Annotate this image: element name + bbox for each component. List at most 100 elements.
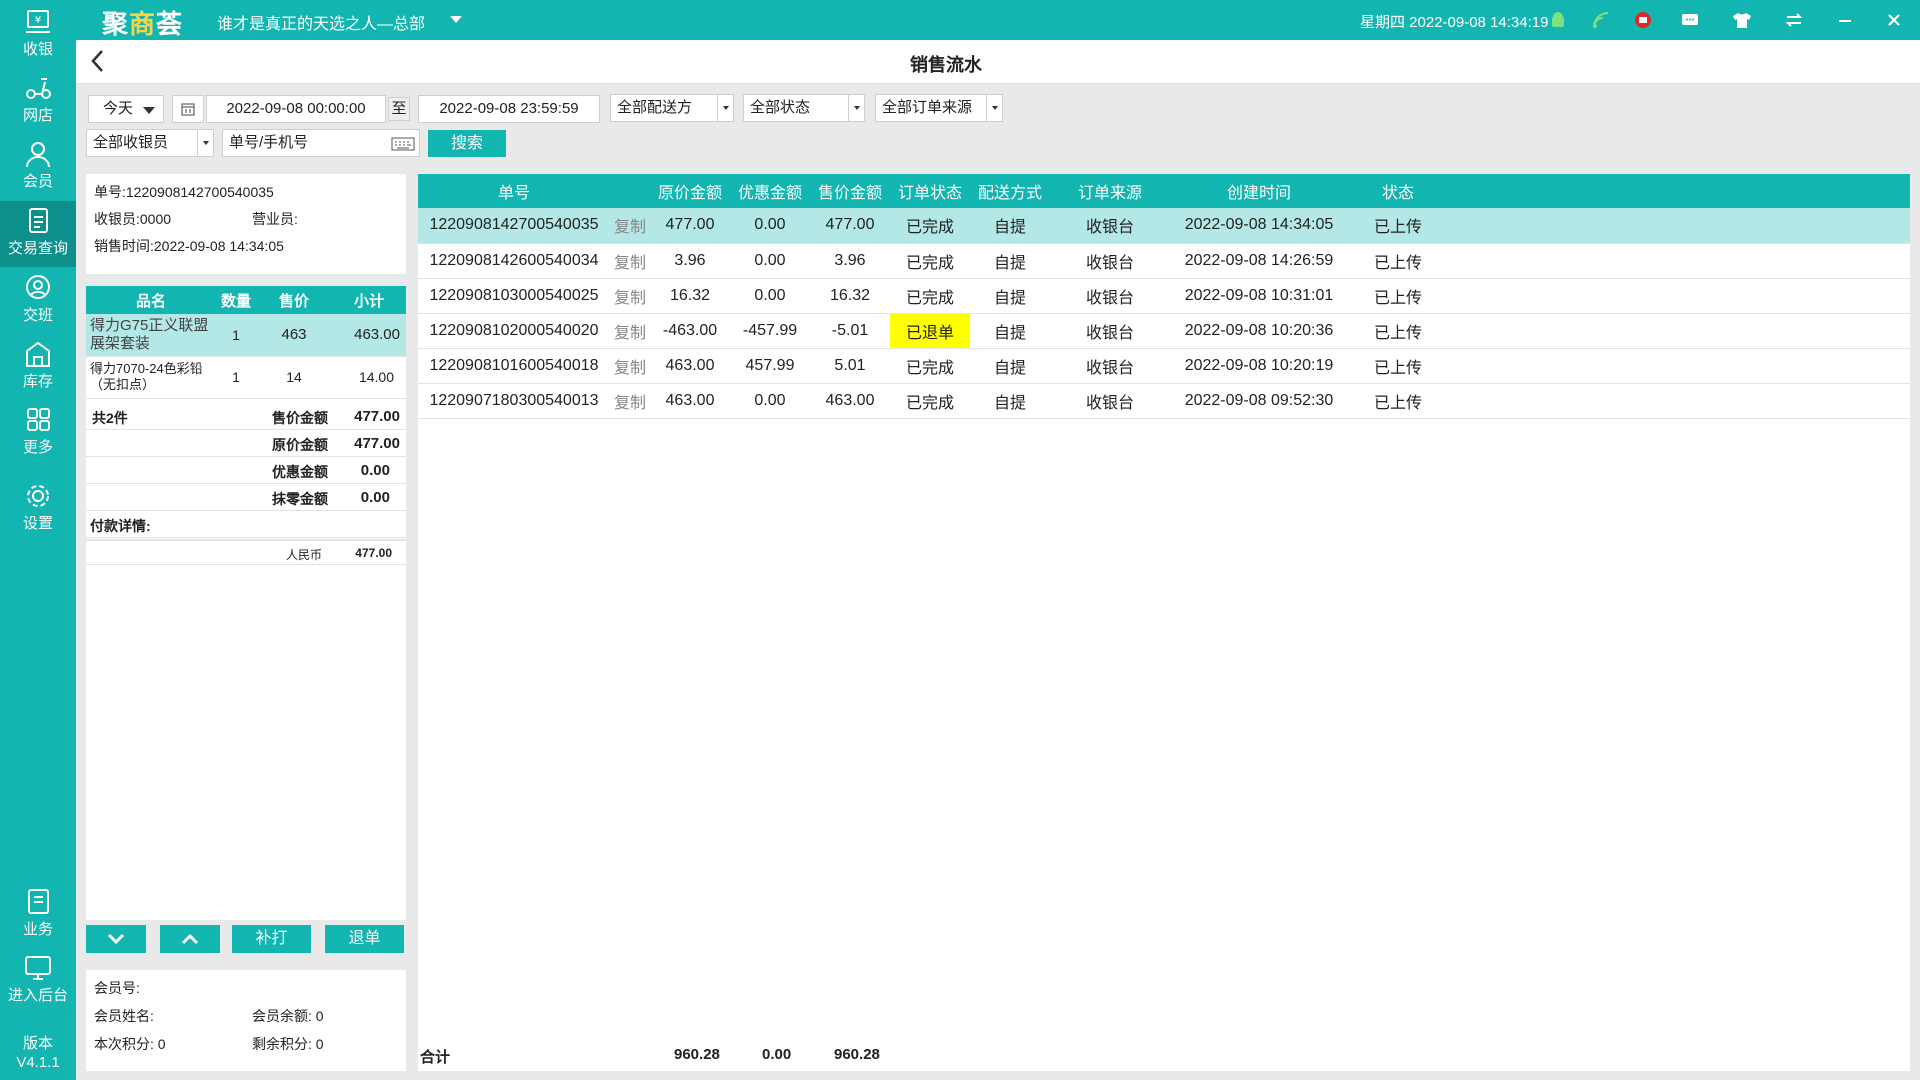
copy-button[interactable]: 复制 [610, 243, 650, 279]
sale-amount: 16.32 [810, 278, 890, 314]
switch-icon[interactable] [1782, 8, 1806, 32]
sidebar-item-inventory[interactable]: 库存 [0, 334, 76, 400]
column-header: 小计 [332, 286, 406, 314]
sidebar-item-shift[interactable]: 交班 [0, 268, 76, 334]
sale-amount: 477.00 [354, 408, 400, 425]
store-name[interactable]: 谁才是真正的天选之人—总部 [217, 10, 425, 34]
sidebar: ¥ 收银 网店 会员 交易查询 交班 库存 更多 设置 业务 进入后台 版本 V… [0, 0, 76, 1080]
scroll-up-button[interactable] [160, 925, 220, 953]
order-status: 已完成 [890, 348, 970, 384]
reprint-button[interactable]: 补打 [232, 925, 311, 953]
discount-amount: 0.00 [730, 278, 810, 314]
column-header: 品名 [86, 286, 216, 314]
android-icon[interactable] [1546, 8, 1570, 32]
created-time: 2022-09-08 10:20:19 [1170, 348, 1348, 384]
cashier-select[interactable]: 全部收银员 [86, 129, 214, 157]
orig-amount-label: 原价金额 [272, 437, 328, 453]
sidebar-item-member[interactable]: 会员 [0, 134, 76, 200]
calendar-icon[interactable] [172, 95, 204, 123]
refund-button[interactable]: 退单 [325, 925, 404, 953]
start-date-input[interactable]: 2022-09-08 00:00:00 [206, 95, 386, 123]
minimize-icon[interactable] [1833, 8, 1857, 32]
table-row[interactable]: 1220907180300540013 复制 463.00 0.00 463.0… [418, 383, 1910, 419]
order-no: 1220907180300540013 [418, 383, 610, 419]
wifi-icon[interactable] [1590, 8, 1614, 32]
cashier-icon: ¥ [26, 10, 50, 33]
discount-amount: 0.00 [730, 383, 810, 419]
sidebar-item-webshop[interactable]: 网店 [0, 68, 76, 134]
skin-icon[interactable] [1730, 8, 1754, 32]
sidebar-item-label: 收银 [22, 41, 53, 58]
order-no: 1220908101600540018 [418, 348, 610, 384]
status-value: 全部状态 [750, 99, 811, 116]
period-select[interactable]: 今天 [88, 95, 164, 123]
points-remaining: 剩余积分: 0 [252, 1036, 324, 1052]
source-select[interactable]: 全部订单来源 [875, 94, 1003, 122]
sale-amount: 463.00 [810, 383, 890, 419]
delivery-method: 自提 [970, 383, 1050, 419]
order-no: 1220908103000540025 [418, 278, 610, 314]
orig-amount: -463.00 [650, 313, 730, 349]
table-row[interactable]: 1220908101600540018 复制 463.00 457.99 5.0… [418, 348, 1910, 384]
close-icon[interactable] [1882, 8, 1906, 32]
sidebar-item-backend[interactable]: 进入后台 [0, 948, 76, 1014]
copy-button[interactable]: 复制 [610, 278, 650, 314]
sidebar-item-label: 业务 [22, 921, 53, 938]
sidebar-item-more[interactable]: 更多 [0, 400, 76, 466]
sidebar-item-business[interactable]: 业务 [0, 882, 76, 948]
copy-button[interactable]: 复制 [610, 208, 650, 244]
item-row[interactable]: 得力G75正义联盟展架套装 1 463 463.00 [86, 314, 406, 357]
chevron-down-icon[interactable] [450, 16, 462, 23]
payment-method: 人民币 [286, 548, 323, 562]
end-date-input[interactable]: 2022-09-08 23:59:59 [418, 95, 600, 123]
order-source: 收银台 [1050, 348, 1170, 384]
table-row[interactable]: 1220908103000540025 复制 16.32 0.00 16.32 … [418, 278, 1910, 314]
order-status: 已完成 [890, 208, 970, 244]
table-row[interactable]: 1220908102000540020 复制 -463.00 -457.99 -… [418, 313, 1910, 349]
payment-row: 人民币 477.00 [86, 539, 406, 565]
keyboard-icon[interactable] [391, 135, 415, 161]
scroll-down-button[interactable] [86, 925, 146, 953]
member-icon [26, 142, 50, 168]
search-button[interactable]: 搜索 [428, 130, 506, 157]
copy-button[interactable]: 复制 [610, 313, 650, 349]
message-icon[interactable] [1678, 8, 1702, 32]
item-subtotal: 14.00 [332, 356, 406, 399]
sidebar-item-cashier[interactable]: ¥ 收银 [0, 2, 76, 68]
column-header: 创建时间 [1170, 174, 1348, 208]
member-balance: 会员余额: 0 [252, 1008, 324, 1024]
document-icon [29, 208, 48, 233]
clerk-label: 营业员: [252, 211, 298, 227]
status-select[interactable]: 全部状态 [743, 94, 865, 122]
copy-button[interactable]: 复制 [610, 348, 650, 384]
discount-label: 优惠金额 [272, 464, 328, 480]
table-row[interactable]: 1220908142600540034 复制 3.96 0.00 3.96 已完… [418, 243, 1910, 279]
delivery-method: 自提 [970, 313, 1050, 349]
period-value: 今天 [103, 100, 134, 117]
monitor-icon [25, 956, 51, 980]
printer-icon[interactable] [1631, 8, 1655, 32]
table-row[interactable]: 1220908142700540035 复制 477.00 0.00 477.0… [418, 208, 1910, 244]
sidebar-item-label: 更多 [22, 439, 53, 456]
created-time: 2022-09-08 10:20:36 [1170, 313, 1348, 349]
sidebar-item-transactions[interactable]: 交易查询 [0, 201, 76, 267]
sale-time: 销售时间:2022-09-08 14:34:05 [94, 238, 284, 254]
item-name: 得力G75正义联盟展架套装 [86, 314, 216, 357]
order-status: 已完成 [890, 383, 970, 419]
copy-button[interactable]: 复制 [610, 383, 650, 419]
discount-amount: -457.99 [730, 313, 810, 349]
scooter-icon [26, 78, 51, 99]
total-label: 合计 [420, 1049, 451, 1066]
upload-status: 已上传 [1348, 383, 1448, 419]
sidebar-item-label: 库存 [22, 373, 53, 390]
order-source: 收银台 [1050, 313, 1170, 349]
delivery-select[interactable]: 全部配送方 [610, 94, 734, 122]
item-row[interactable]: 得力7070-24色彩铅（无扣点） 1 14 14.00 [86, 356, 406, 399]
sidebar-item-settings[interactable]: 设置 [0, 476, 76, 542]
summary-row: 共2件 售价金额 477.00 [86, 403, 406, 430]
search-input[interactable]: 单号/手机号 [222, 129, 420, 157]
sidebar-item-label: 网店 [22, 107, 53, 124]
items-table: 品名 数量 售价 小计 得力G75正义联盟展架套装 1 463 463.00 得… [86, 286, 406, 399]
points-this-time: 本次积分: 0 [94, 1036, 166, 1052]
upload-status: 已上传 [1348, 208, 1448, 244]
